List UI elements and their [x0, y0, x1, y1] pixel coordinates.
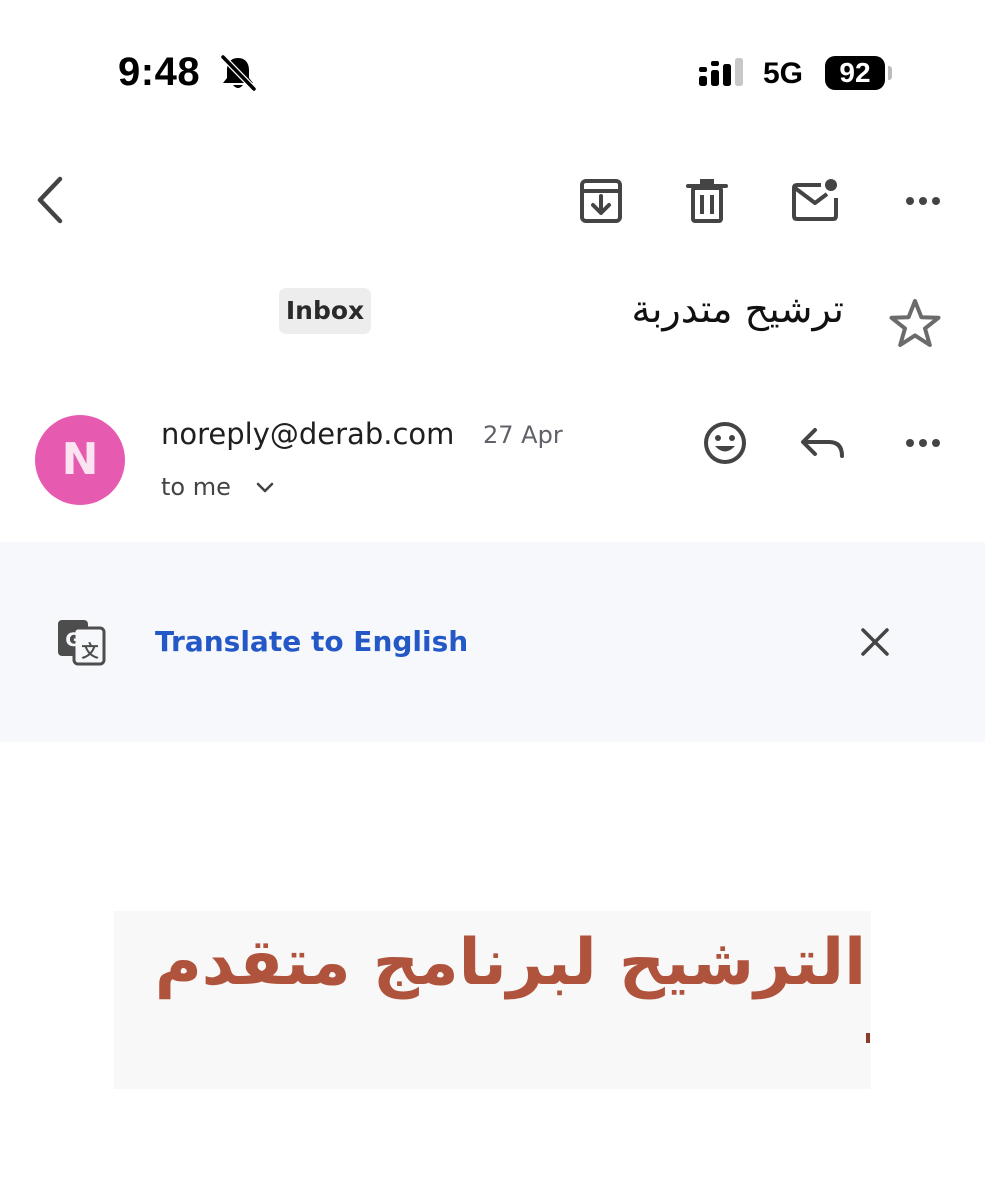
star-icon[interactable] — [886, 296, 944, 354]
chevron-down-icon[interactable] — [254, 478, 276, 498]
archive-icon[interactable] — [576, 176, 626, 226]
translate-to-english-link[interactable]: Translate to English — [155, 620, 468, 664]
email-subject: ترشيح متدربة — [631, 287, 844, 331]
status-time: 9:48 — [118, 50, 201, 94]
email-date: 27 Apr — [483, 421, 563, 449]
mark-unread-icon[interactable] — [790, 176, 840, 226]
more-options-icon[interactable] — [898, 418, 948, 468]
inbox-label-chip[interactable]: Inbox — [279, 288, 371, 334]
svg-text:文: 文 — [82, 641, 100, 662]
translate-banner — [0, 542, 985, 742]
more-icon[interactable] — [898, 176, 948, 226]
sender-email[interactable]: noreply@derab.com — [161, 414, 454, 454]
reply-icon[interactable] — [798, 418, 850, 468]
network-type-label: 5G — [763, 57, 804, 90]
email-body-heading: الترشيح لبرنامج متقدم — [154, 926, 866, 1000]
sender-avatar[interactable]: N — [35, 415, 125, 505]
battery-cap — [888, 66, 892, 80]
back-icon[interactable] — [28, 175, 78, 225]
translate-icon[interactable]: G 文 — [55, 617, 107, 667]
recipient-label[interactable]: to me — [161, 470, 231, 504]
svg-text:G: G — [65, 629, 81, 651]
battery-indicator: 92 — [825, 56, 885, 90]
emoji-reaction-icon[interactable] — [700, 418, 750, 468]
close-icon[interactable] — [855, 622, 895, 662]
body-text-mark — [866, 1033, 870, 1043]
delete-icon[interactable] — [682, 176, 732, 226]
bell-off-icon — [220, 54, 257, 92]
signal-icon — [699, 58, 743, 86]
email-body: الترشيح لبرنامج متقدم — [114, 911, 871, 1089]
